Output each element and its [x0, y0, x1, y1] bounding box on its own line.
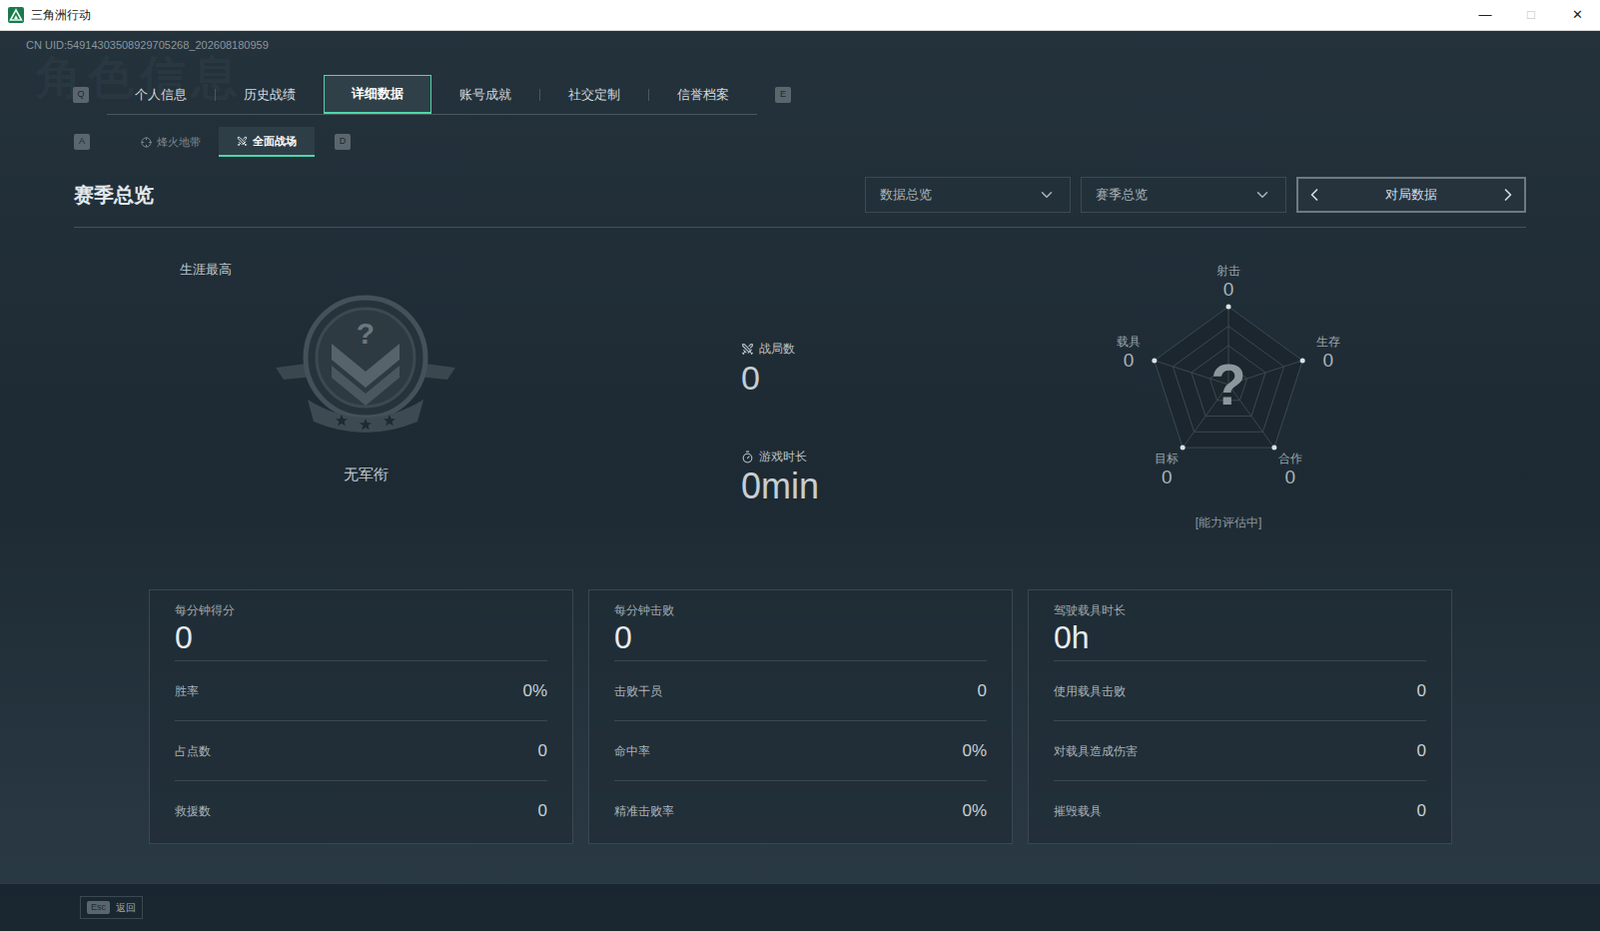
rank-name: 无军衔	[145, 463, 586, 487]
footer-bar: Esc返回	[0, 882, 1600, 931]
app-logo-icon	[7, 6, 24, 23]
profile-screen: 角色信息CN UID:54914303508929705268_20260818…	[0, 30, 1600, 931]
main-tab[interactable]: 详细数据	[323, 74, 432, 114]
filter-dropdown[interactable]: 赛季总览	[1080, 176, 1287, 213]
card-title: 每分钟击败	[614, 602, 987, 619]
window-control[interactable]: ✕	[1554, 0, 1600, 30]
sub-tab[interactable]: 全面战场	[218, 126, 315, 157]
stat-card: 每分钟击败0击败干员0命中率0%精准击败率0%	[588, 589, 1013, 844]
card-row: 命中率0%	[614, 720, 987, 781]
section-header: 赛季总览数据总览赛季总览对局数据	[73, 176, 1527, 228]
ability-radar: ?射击0生存0合作0目标0载具0[能力评估中]	[1078, 259, 1379, 520]
summary-stats: 战局数0游戏时长0min	[741, 259, 1041, 550]
key-hint: D	[334, 133, 351, 150]
card-title: 每分钟得分	[174, 602, 548, 619]
section-title: 赛季总览	[73, 179, 154, 210]
prev-arrow-icon[interactable]	[1304, 184, 1325, 205]
main-tab[interactable]: 个人信息	[106, 74, 215, 114]
main-tab[interactable]: 账号成就	[431, 74, 540, 114]
main-tab[interactable]: 信誉档案	[649, 74, 758, 114]
main-tabs: Q 个人信息历史战绩详细数据账号成就社交定制信誉档案 E	[0, 74, 1600, 115]
overview-row: 生涯最高? 无军衔 战局数0游戏时长0min? 射击0 生存0 合作0 目标0 载具0 [能力评…	[0, 259, 1600, 550]
card-row: 精准击败率0%	[614, 780, 987, 840]
radar-axis-label: 载具0	[1116, 333, 1141, 372]
chevron-down-icon	[1037, 185, 1056, 204]
radar-axis-label: 目标0	[1154, 450, 1179, 489]
main-tab[interactable]: 历史战绩	[215, 74, 324, 114]
card-value: 0	[174, 618, 548, 661]
chevron-down-icon	[1253, 185, 1272, 204]
esc-key: Esc	[86, 900, 110, 915]
stat-value: 0min	[741, 465, 1041, 508]
career-rank: 生涯最高? 无军衔	[145, 259, 586, 550]
sub-tabs: A 烽火地带全面战场 D	[0, 126, 1600, 157]
key-hint: E	[775, 86, 792, 103]
filter-dropdown[interactable]: 数据总览	[864, 176, 1071, 213]
app-window: 三角洲行动 —□✕角色信息CN UID:54914303508929705268_…	[0, 0, 1600, 931]
stat-value: 0	[741, 357, 1041, 398]
beacon-icon	[140, 136, 152, 148]
radar-status: [能力评估中]	[1078, 513, 1379, 532]
svg-text:?: ?	[1210, 351, 1246, 417]
card-row: 使用载具击败0	[1053, 660, 1427, 721]
window-title: 三角洲行动	[30, 5, 91, 24]
card-value: 0h	[1053, 618, 1427, 661]
card-row: 胜率0%	[174, 660, 548, 721]
card-value: 0	[614, 618, 987, 661]
swords-icon	[741, 342, 755, 356]
card-row: 救援数0	[174, 780, 548, 840]
clock-icon	[741, 450, 755, 464]
pager-label: 对局数据	[1385, 184, 1438, 205]
card-row: 摧毁载具0	[1053, 780, 1427, 840]
card-row: 击败干员0	[614, 660, 987, 721]
stat-card: 驾驶载具时长0h使用载具击败0对载具造成伤害0摧毁载具0	[1027, 589, 1453, 844]
main-tab[interactable]: 社交定制	[540, 74, 649, 114]
uid-label: CN UID:54914303508929705268_202608180959	[0, 30, 1600, 59]
radar-axis-label: 射击0	[1216, 262, 1241, 301]
key-hint: A	[73, 133, 90, 150]
sub-tab[interactable]: 烽火地带	[122, 126, 219, 157]
rank-badge-icon: ?	[269, 293, 462, 440]
stat-cards: 每分钟得分0胜率0%占点数0救援数0每分钟击败0击败干员0命中率0%精准击败率0…	[0, 589, 1600, 844]
title-bar: 三角洲行动 —□✕	[0, 0, 1600, 31]
next-arrow-icon[interactable]	[1498, 184, 1519, 205]
pager: 对局数据	[1296, 176, 1527, 213]
window-control[interactable]: □	[1508, 0, 1555, 30]
window-control[interactable]: —	[1462, 0, 1509, 30]
rank-caption: 生涯最高	[145, 259, 586, 280]
card-title: 驾驶载具时长	[1053, 602, 1427, 619]
svg-text:?: ?	[356, 316, 375, 350]
key-hint: Q	[72, 86, 89, 103]
card-row: 对载具造成伤害0	[1053, 720, 1427, 781]
card-row: 占点数0	[174, 720, 548, 781]
back-button[interactable]: Esc返回	[79, 895, 143, 919]
radar-axis-label: 生存0	[1316, 333, 1341, 372]
radar-axis-label: 合作0	[1278, 450, 1303, 489]
battlefield-icon	[236, 135, 248, 147]
stat-card: 每分钟得分0胜率0%占点数0救援数0	[148, 589, 574, 844]
